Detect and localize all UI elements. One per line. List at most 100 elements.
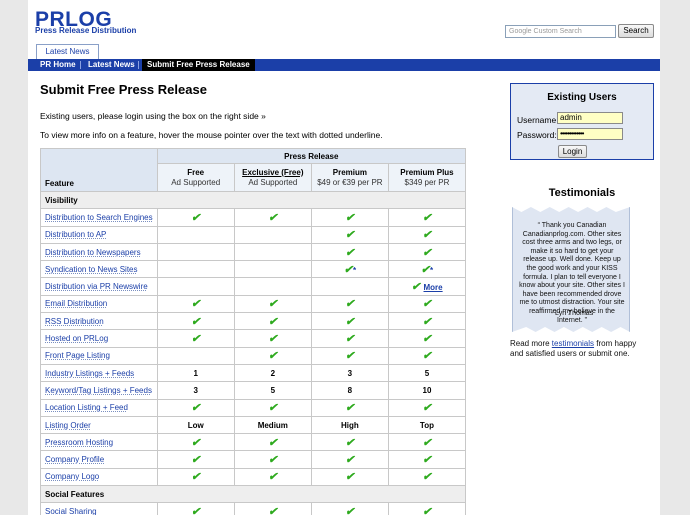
plan-value-text: Low (187, 420, 204, 430)
nav-separator (138, 61, 139, 69)
nav-latest-news[interactable]: Latest News (88, 59, 135, 71)
feature-name[interactable]: Distribution via PR Newswire (45, 282, 148, 291)
plan-value-cell: ✔ (233, 329, 312, 348)
check-icon: ✔ (420, 263, 430, 276)
plan-value-text: 8 (347, 385, 353, 395)
check-icon: ✔ (345, 211, 355, 224)
check-icon: ✔ (268, 350, 278, 363)
plan-value-text: 3 (193, 385, 198, 395)
tab-latest-news[interactable]: Latest News (36, 44, 99, 59)
plan-value-cell: ✔ (387, 329, 467, 348)
feature-name[interactable]: Email Distribution (45, 299, 107, 308)
feature-cell: Company Logo (40, 467, 158, 487)
plan-value-text: 5 (270, 385, 276, 395)
plan-value-text: 1 (193, 368, 198, 378)
feature-name[interactable]: Front Page Listing (45, 351, 110, 360)
plan-value-cell: ✔ (387, 433, 467, 452)
plan-value-cell: ✔ (310, 294, 389, 314)
feature-name[interactable]: Hosted on PRLog (45, 334, 108, 343)
feature-column-header: Feature (40, 148, 158, 192)
testimonial-card: “ Thank you Canadian Canadianprlog.com. … (512, 207, 630, 332)
feature-name[interactable]: Pressroom Hosting (45, 438, 113, 447)
feature-name[interactable]: RSS Distribution (45, 317, 104, 326)
feature-name[interactable]: Company Profile (45, 455, 104, 464)
check-icon: ✔ (191, 471, 201, 484)
table-row: Keyword/Tag Listings + Feeds 3 5 8 10 (40, 381, 467, 400)
feature-cell: Distribution to Search Engines (40, 208, 158, 227)
check-icon: ✔ (268, 298, 278, 311)
plan-value-cell: 5 (387, 363, 467, 383)
login-button[interactable]: Login (558, 145, 587, 158)
feature-cell: Listing Order (40, 415, 158, 435)
feature-name[interactable]: Industry Listings + Feeds (45, 369, 134, 378)
plan-value-cell: ✔ (387, 450, 467, 469)
plan-value-cell: ✔ (156, 467, 235, 487)
feature-name[interactable]: Social Sharing (45, 507, 97, 515)
google-wordmark: Google (509, 28, 532, 35)
plan-value-cell: ✔ (310, 502, 389, 515)
username-field[interactable]: admin (557, 112, 623, 124)
check-icon: ✔ (268, 505, 278, 515)
more-link[interactable]: More (424, 283, 443, 292)
plan-value-cell: ✔ (156, 398, 235, 417)
testimonials-link[interactable]: testimonials (552, 339, 594, 348)
page-title: Submit Free Press Release (40, 82, 207, 97)
plan-value-cell: 10 (387, 381, 467, 400)
feature-name[interactable]: Distribution to AP (45, 230, 106, 239)
login-hint-text: Existing users, please login using the b… (40, 111, 266, 121)
feature-cell: Hosted on PRLog (40, 329, 158, 348)
press-release-group-header: Press Release (156, 148, 467, 164)
feature-name[interactable]: Listing Order (45, 421, 91, 430)
check-icon: ✔ (268, 471, 278, 484)
search-placeholder: Custom Search (533, 28, 582, 35)
plan-value-cell: Low (156, 415, 235, 435)
plan-value-text: 5 (424, 368, 430, 378)
password-field[interactable]: ••••••••••••• (557, 128, 623, 140)
plan-value-cell: ✔ (156, 208, 235, 227)
feature-cell: Distribution to Newspapers (40, 242, 158, 262)
section-label: Visibility (40, 190, 466, 210)
feature-name[interactable]: Distribution to Newspapers (45, 248, 141, 257)
plan-value-cell: ✔ (310, 433, 389, 452)
search-button[interactable]: Search (618, 24, 654, 38)
feature-name[interactable]: Location Listing + Feed (45, 403, 128, 412)
plan-sub: Ad Supported (248, 177, 298, 187)
plan-value-cell: ✔ (233, 208, 312, 227)
feature-name[interactable]: Syndication to News Sites (45, 265, 138, 274)
search-input[interactable]: Google Custom Search (505, 25, 616, 38)
check-icon: ✔ (345, 333, 355, 346)
plan-name: Free (187, 167, 205, 177)
feature-name[interactable]: Keyword/Tag Listings + Feeds (45, 386, 152, 395)
plan-value-cell: ✔ (233, 312, 312, 331)
nav-submit-free-press-release[interactable]: Submit Free Press Release (142, 59, 255, 71)
check-icon: ✔ (345, 246, 355, 259)
plan-sub: $49 or €39 per PR (317, 177, 383, 187)
plan-value-cell: ✔ (310, 208, 389, 227)
plan-value-cell: ✔ (310, 242, 389, 262)
table-row: Company Profile ✔ ✔ ✔ ✔ (40, 450, 467, 469)
plan-value-cell: ✔ (387, 208, 467, 227)
check-icon: ✔ (191, 505, 201, 515)
plan-value-cell: ✔ (233, 433, 312, 452)
check-icon: ✔ (345, 350, 355, 363)
plan-value-cell: ✔ (387, 312, 467, 331)
plan-value-cell: ✔ (310, 312, 389, 331)
plan-header-exclusive: Exclusive (Free) Ad Supported (233, 163, 312, 192)
login-title: Existing Users (547, 92, 617, 103)
plan-value-cell: ✔ (233, 467, 312, 487)
nav-pr-home[interactable]: PR Home (40, 59, 76, 71)
feature-name[interactable]: Company Logo (45, 472, 99, 481)
table-row: Distribution to Search Engines ✔ ✔ ✔ ✔ (40, 208, 467, 227)
plan-value-cell: ✔ (387, 467, 467, 487)
feature-name[interactable]: Distribution to Search Engines (45, 213, 153, 222)
plan-name[interactable]: Exclusive (Free) (242, 168, 303, 177)
plan-value-cell: ✔ (310, 398, 389, 417)
plan-value-cell: ✔* (387, 260, 467, 279)
table-row: Distribution to AP ✔ ✔ (40, 225, 467, 244)
plan-header-premium: Premium $49 or €39 per PR (310, 163, 389, 192)
password-label: Password: (517, 130, 557, 140)
feature-rows: Visibility Distribution to Search Engines… (40, 190, 467, 515)
plan-value-cell: 5 (233, 381, 312, 400)
check-icon: ✔ (268, 436, 278, 449)
plan-value-cell: ✔ More (387, 277, 467, 296)
